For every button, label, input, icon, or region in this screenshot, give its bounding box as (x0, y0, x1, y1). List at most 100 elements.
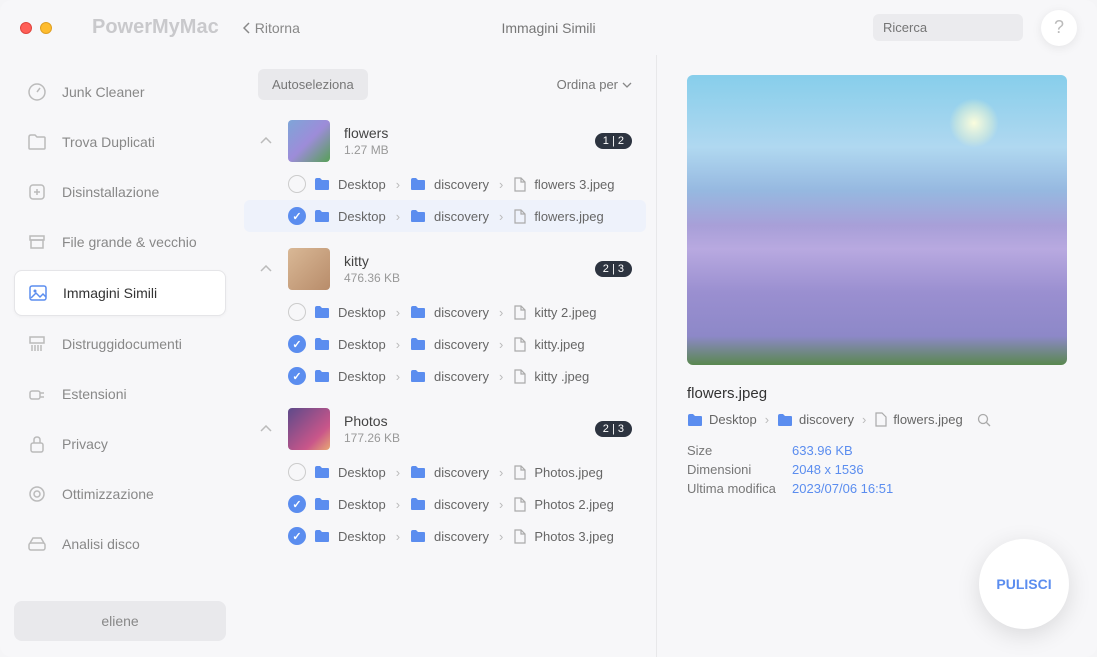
collapse-icon[interactable] (258, 425, 274, 433)
meta-label: Ultima modifica (687, 481, 792, 496)
sidebar-item-app[interactable]: Disinstallazione (14, 170, 226, 214)
file-row[interactable]: Desktop › discovery › flowers.jpeg (244, 200, 646, 232)
file-checkbox[interactable] (288, 207, 306, 225)
file-row[interactable]: Desktop › discovery › kitty 2.jpeg (244, 296, 646, 328)
file-row[interactable]: Desktop › discovery › Photos.jpeg (244, 456, 646, 488)
file-name: kitty.jpeg (534, 337, 584, 352)
sidebar-item-gauge[interactable]: Junk Cleaner (14, 70, 226, 114)
image-group: Photos 177.26 KB 2 | 3 Desktop › discove… (244, 402, 646, 552)
group-thumbnail[interactable] (288, 120, 330, 162)
shredder-icon (26, 333, 48, 355)
collapse-icon[interactable] (258, 265, 274, 273)
file-row[interactable]: Desktop › discovery › Photos 2.jpeg (244, 488, 646, 520)
close-window-button[interactable] (20, 22, 32, 34)
file-row[interactable]: Desktop › discovery › Photos 3.jpeg (244, 520, 646, 552)
sidebar-item-shredder[interactable]: Distruggidocumenti (14, 322, 226, 366)
path-segment: Desktop (338, 529, 386, 544)
chevron-right-icon: › (396, 369, 400, 384)
sidebar-item-lock[interactable]: Privacy (14, 422, 226, 466)
chevron-right-icon: › (499, 209, 503, 224)
sort-button[interactable]: Ordina per (557, 77, 632, 92)
group-header[interactable]: kitty 476.36 KB 2 | 3 (244, 242, 646, 296)
file-checkbox[interactable] (288, 463, 306, 481)
chevron-right-icon: › (499, 337, 503, 352)
detail-path: Desktop › discovery › flowers.jpeg (687, 412, 1067, 427)
group-thumbnail[interactable] (288, 408, 330, 450)
app-logo: PowerMyMac (92, 16, 219, 39)
sidebar-item-archive[interactable]: File grande & vecchio (14, 220, 226, 264)
image-preview[interactable] (687, 75, 1067, 365)
file-checkbox[interactable] (288, 367, 306, 385)
user-pill[interactable]: eliene (14, 601, 226, 641)
search-input[interactable] (883, 20, 1059, 35)
back-button[interactable]: Ritorna (243, 20, 300, 36)
sidebar: Junk Cleaner Trova Duplicati Disinstallazi… (0, 0, 240, 657)
chevron-right-icon: › (862, 412, 866, 427)
chevron-right-icon: › (499, 465, 503, 480)
sidebar-item-label: Estensioni (62, 386, 127, 402)
path-filename[interactable]: flowers.jpeg (893, 412, 962, 427)
group-header[interactable]: Photos 177.26 KB 2 | 3 (244, 402, 646, 456)
path-segment: Desktop (338, 465, 386, 480)
sidebar-item-optimize[interactable]: Ottimizzazione (14, 472, 226, 516)
sidebar-item-label: File grande & vecchio (62, 234, 197, 250)
file-icon (513, 497, 526, 512)
file-checkbox[interactable] (288, 303, 306, 321)
folder-icon (777, 413, 793, 427)
chevron-right-icon: › (396, 209, 400, 224)
detail-filename: flowers.jpeg (687, 385, 1067, 402)
file-icon (513, 529, 526, 544)
group-header[interactable]: flowers 1.27 MB 1 | 2 (244, 114, 646, 168)
file-checkbox[interactable] (288, 335, 306, 353)
sidebar-item-image[interactable]: Immagini Simili (14, 270, 226, 316)
path-segment: Desktop (338, 497, 386, 512)
sidebar-item-plugin[interactable]: Estensioni (14, 372, 226, 416)
path-segment: Desktop (338, 177, 386, 192)
minimize-window-button[interactable] (40, 22, 52, 34)
file-icon (874, 412, 887, 427)
file-row[interactable]: Desktop › discovery › flowers 3.jpeg (244, 168, 646, 200)
chevron-left-icon (243, 22, 251, 34)
search-box[interactable] (873, 14, 1023, 41)
sidebar-item-label: Trova Duplicati (62, 134, 155, 150)
path-segment: Desktop (338, 305, 386, 320)
image-icon (27, 282, 49, 304)
path-desktop[interactable]: Desktop (709, 412, 757, 427)
sort-label: Ordina per (557, 77, 618, 92)
sidebar-item-folder[interactable]: Trova Duplicati (14, 120, 226, 164)
folder-icon (314, 337, 330, 351)
window-controls (20, 22, 52, 34)
autoselect-button[interactable]: Autoseleziona (258, 69, 368, 100)
meta-row: Size633.96 KB (687, 443, 1067, 458)
collapse-icon[interactable] (258, 137, 274, 145)
chevron-right-icon: › (396, 337, 400, 352)
plugin-icon (26, 383, 48, 405)
group-name: Photos (344, 413, 581, 429)
file-row[interactable]: Desktop › discovery › kitty.jpeg (244, 328, 646, 360)
path-segment: discovery (434, 177, 489, 192)
path-discovery[interactable]: discovery (799, 412, 854, 427)
path-segment: discovery (434, 465, 489, 480)
sidebar-item-label: Immagini Simili (63, 285, 157, 301)
sidebar-item-disk[interactable]: Analisi disco (14, 522, 226, 566)
file-row[interactable]: Desktop › discovery › kitty .jpeg (244, 360, 646, 392)
chevron-right-icon: › (499, 529, 503, 544)
group-name: kitty (344, 253, 581, 269)
clean-button[interactable]: PULISCI (979, 539, 1069, 629)
meta-row: Ultima modifica2023/07/06 16:51 (687, 481, 1067, 496)
reveal-icon[interactable] (977, 413, 991, 427)
folder-icon (314, 497, 330, 511)
folder-icon (410, 305, 426, 319)
group-thumbnail[interactable] (288, 248, 330, 290)
chevron-right-icon: › (396, 305, 400, 320)
file-checkbox[interactable] (288, 527, 306, 545)
file-checkbox[interactable] (288, 175, 306, 193)
file-checkbox[interactable] (288, 495, 306, 513)
file-name: kitty 2.jpeg (534, 305, 596, 320)
selection-badge: 1 | 2 (595, 133, 632, 149)
help-button[interactable]: ? (1041, 10, 1077, 46)
path-segment: discovery (434, 337, 489, 352)
lock-icon (26, 433, 48, 455)
page-title: Immagini Simili (501, 20, 595, 36)
file-name: flowers.jpeg (534, 209, 603, 224)
